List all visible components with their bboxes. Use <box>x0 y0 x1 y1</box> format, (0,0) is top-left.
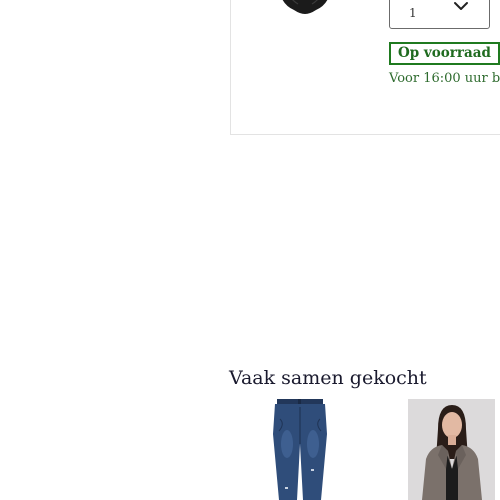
quantity-select[interactable]: 1 <box>389 0 490 29</box>
blue-jeans-image[interactable] <box>255 399 345 500</box>
delivery-note: Voor 16:00 uur besteld <box>389 71 500 86</box>
page: 1 Op voorraad Voor 16:00 uur besteld Vaa… <box>0 0 500 500</box>
leather-jacket-image[interactable] <box>408 399 495 500</box>
quantity-value: 1 <box>409 6 417 20</box>
section-title: Vaak samen gekocht <box>229 367 427 389</box>
product-thumbnail-image[interactable] <box>276 0 334 20</box>
stock-status-badge: Op voorraad <box>389 42 500 65</box>
chevron-down-icon <box>454 2 468 10</box>
